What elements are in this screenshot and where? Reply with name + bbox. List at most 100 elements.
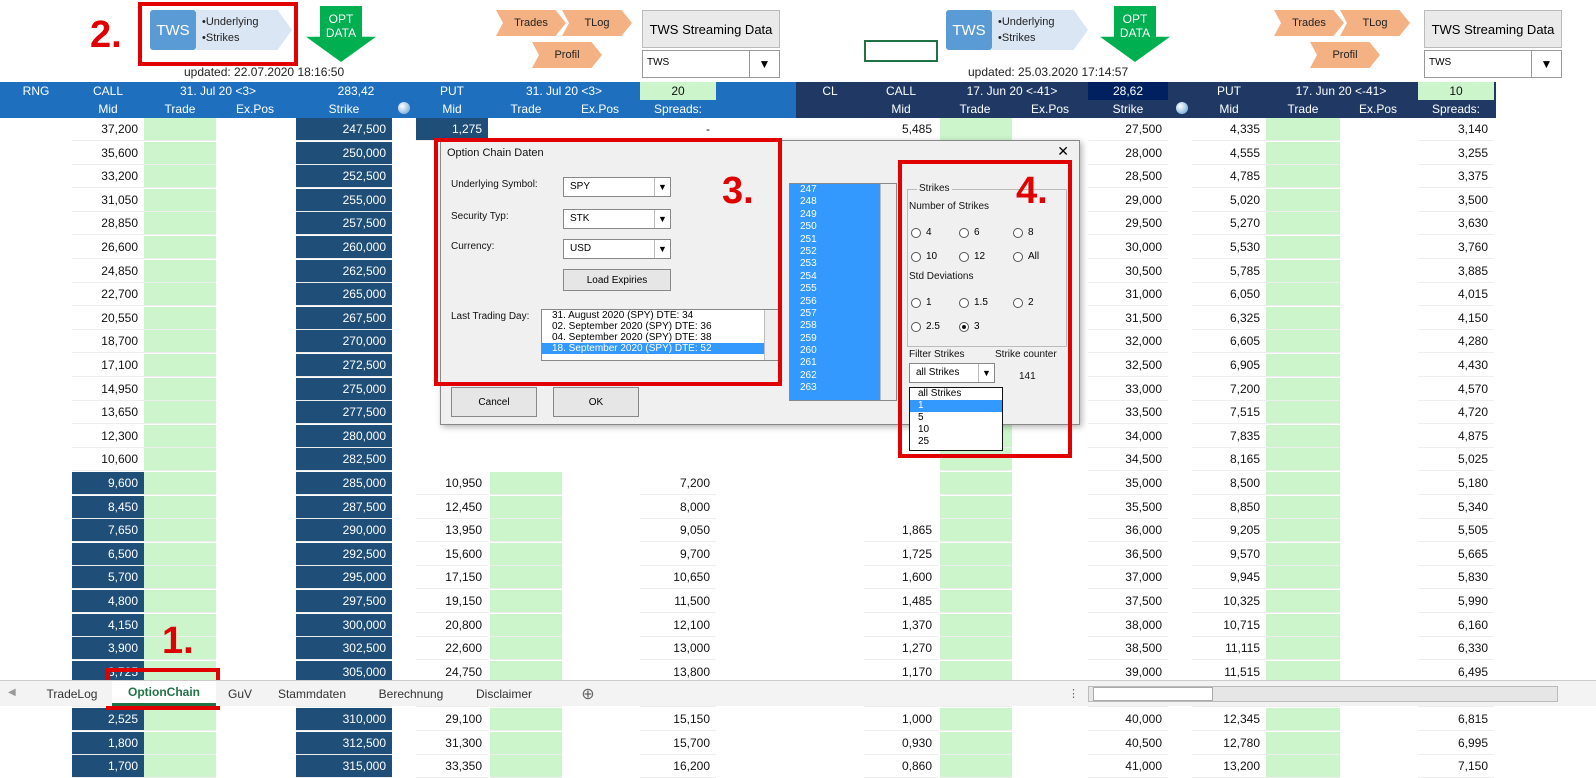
call-mid-cell-r[interactable]: 5,485 <box>864 118 938 141</box>
trade-cell[interactable] <box>144 165 216 188</box>
put-mid-cell[interactable]: 10,950 <box>416 472 488 495</box>
trade2-cell-r[interactable] <box>1266 519 1340 542</box>
strike-cell[interactable]: 247,500 <box>296 118 392 141</box>
trades-button-left[interactable]: Trades <box>496 10 566 36</box>
call-mid-cell-r[interactable]: 1,370 <box>864 614 938 637</box>
trade-cell[interactable] <box>144 307 216 330</box>
tab-guv[interactable]: GuV <box>218 681 262 706</box>
trade-cell-r[interactable] <box>940 543 1012 566</box>
strike-cell-r[interactable]: 36,000 <box>1088 519 1168 542</box>
strike-cell[interactable]: 310,000 <box>296 708 392 731</box>
spreads-cell-r[interactable]: 5,340 <box>1418 496 1494 519</box>
spreads-cell-r[interactable]: 5,830 <box>1418 566 1494 589</box>
trade-cell-r[interactable] <box>940 472 1012 495</box>
trade-cell[interactable] <box>144 425 216 448</box>
opt-data-button-left[interactable]: OPT DATA <box>306 6 376 62</box>
call-mid-cell[interactable]: 37,200 <box>72 118 144 141</box>
trade2-cell-r[interactable] <box>1266 189 1340 212</box>
trades-button-right[interactable]: Trades <box>1274 10 1344 36</box>
strike-cell-r[interactable]: 37,000 <box>1088 566 1168 589</box>
call-mid-cell-r[interactable]: 0,930 <box>864 732 938 755</box>
trade2-cell-r[interactable] <box>1266 566 1340 589</box>
strike-cell-r[interactable]: 33,000 <box>1088 378 1168 401</box>
put-mid-cell-r[interactable]: 5,785 <box>1192 260 1266 283</box>
scrollbar-thumb[interactable] <box>1093 687 1213 701</box>
trade2-cell-r[interactable] <box>1266 212 1340 235</box>
trade-cell-r[interactable] <box>940 637 1012 660</box>
add-sheet-icon[interactable]: ⊕ <box>576 681 600 706</box>
trade2-cell-r[interactable] <box>1266 448 1340 471</box>
trade2-cell[interactable] <box>490 590 562 613</box>
call-mid-cell[interactable]: 13,650 <box>72 401 144 424</box>
strike-cell-r[interactable]: 32,000 <box>1088 330 1168 353</box>
trade2-cell[interactable] <box>490 708 562 731</box>
put-mid-cell-r[interactable]: 8,850 <box>1192 496 1266 519</box>
spreads-cell-r[interactable]: 4,015 <box>1418 283 1494 306</box>
spreads-cell-r[interactable]: 4,875 <box>1418 425 1494 448</box>
trade-cell-r[interactable] <box>940 614 1012 637</box>
trade-cell[interactable] <box>144 590 216 613</box>
trade2-cell[interactable] <box>490 543 562 566</box>
call-mid-cell[interactable]: 10,600 <box>72 448 144 471</box>
trade2-cell-r[interactable] <box>1266 260 1340 283</box>
put-mid-cell-r[interactable]: 5,020 <box>1192 189 1266 212</box>
call-mid-cell[interactable]: 14,950 <box>72 378 144 401</box>
trade-cell[interactable] <box>144 708 216 731</box>
strike-cell[interactable]: 275,000 <box>296 378 392 401</box>
put-mid-cell-r[interactable]: 11,115 <box>1192 637 1266 660</box>
put-mid-cell-r[interactable]: 13,200 <box>1192 755 1266 778</box>
put-mid-cell[interactable]: 13,950 <box>416 519 488 542</box>
trade-cell[interactable] <box>144 732 216 755</box>
call-mid-cell[interactable]: 24,850 <box>72 260 144 283</box>
spreads-cell-r[interactable]: 3,630 <box>1418 212 1494 235</box>
spreads-cell-r[interactable]: 5,990 <box>1418 590 1494 613</box>
call-mid-cell[interactable]: 17,100 <box>72 354 144 377</box>
trade2-cell-r[interactable] <box>1266 496 1340 519</box>
put-mid-cell[interactable]: 20,800 <box>416 614 488 637</box>
horizontal-scrollbar[interactable] <box>1088 686 1558 702</box>
trade2-cell-r[interactable] <box>1266 307 1340 330</box>
strike-cell-r[interactable]: 36,500 <box>1088 543 1168 566</box>
call-mid-cell-r[interactable]: 1,600 <box>864 566 938 589</box>
trade-cell[interactable] <box>144 448 216 471</box>
profil-button-left[interactable]: Profil <box>532 42 602 68</box>
profil-button-right[interactable]: Profil <box>1310 42 1380 68</box>
tws-button-right[interactable]: TWS <box>946 10 992 50</box>
strike-cell-r[interactable]: 29,000 <box>1088 189 1168 212</box>
spreads-cell[interactable]: 8,000 <box>640 496 716 519</box>
trade-cell[interactable] <box>144 401 216 424</box>
trade2-cell-r[interactable] <box>1266 118 1340 141</box>
call-mid-cell[interactable]: 4,150 <box>72 614 144 637</box>
strike-cell[interactable]: 300,000 <box>296 614 392 637</box>
strike-cell[interactable]: 255,000 <box>296 189 392 212</box>
put-mid-cell-r[interactable]: 7,200 <box>1192 378 1266 401</box>
tab-tradelog[interactable]: TradeLog <box>34 681 110 706</box>
trade-cell-r[interactable] <box>940 590 1012 613</box>
selected-cell[interactable] <box>864 40 938 62</box>
put-mid-cell[interactable]: 15,600 <box>416 543 488 566</box>
strike-cell-r[interactable]: 34,000 <box>1088 425 1168 448</box>
trade2-cell[interactable] <box>490 566 562 589</box>
trade-cell[interactable] <box>144 755 216 778</box>
call-mid-cell[interactable]: 1,700 <box>72 755 144 778</box>
trade2-cell-r[interactable] <box>1266 236 1340 259</box>
put-mid-cell[interactable]: 12,450 <box>416 496 488 519</box>
trade2-cell-r[interactable] <box>1266 472 1340 495</box>
tlog-button-right[interactable]: TLog <box>1340 10 1410 36</box>
strike-cell-r[interactable]: 40,500 <box>1088 732 1168 755</box>
put-mid-cell-r[interactable]: 9,205 <box>1192 519 1266 542</box>
strike-cell-r[interactable]: 40,000 <box>1088 708 1168 731</box>
strike-cell[interactable]: 262,500 <box>296 260 392 283</box>
trade2-cell-r[interactable] <box>1266 732 1340 755</box>
trade-cell[interactable] <box>144 142 216 165</box>
trade2-cell-r[interactable] <box>1266 354 1340 377</box>
spreads-cell-r[interactable]: 3,140 <box>1418 118 1494 141</box>
trade-cell-r[interactable] <box>940 519 1012 542</box>
call-mid-cell[interactable]: 22,700 <box>72 283 144 306</box>
call-mid-cell-r[interactable]: 1,725 <box>864 543 938 566</box>
tab-nav-left-icon[interactable]: ◀ <box>8 687 16 698</box>
cancel-button[interactable]: Cancel <box>451 387 537 417</box>
spreads-cell[interactable]: 15,150 <box>640 708 716 731</box>
strike-cell-r[interactable]: 33,500 <box>1088 401 1168 424</box>
spreads-cell-r[interactable]: 3,885 <box>1418 260 1494 283</box>
